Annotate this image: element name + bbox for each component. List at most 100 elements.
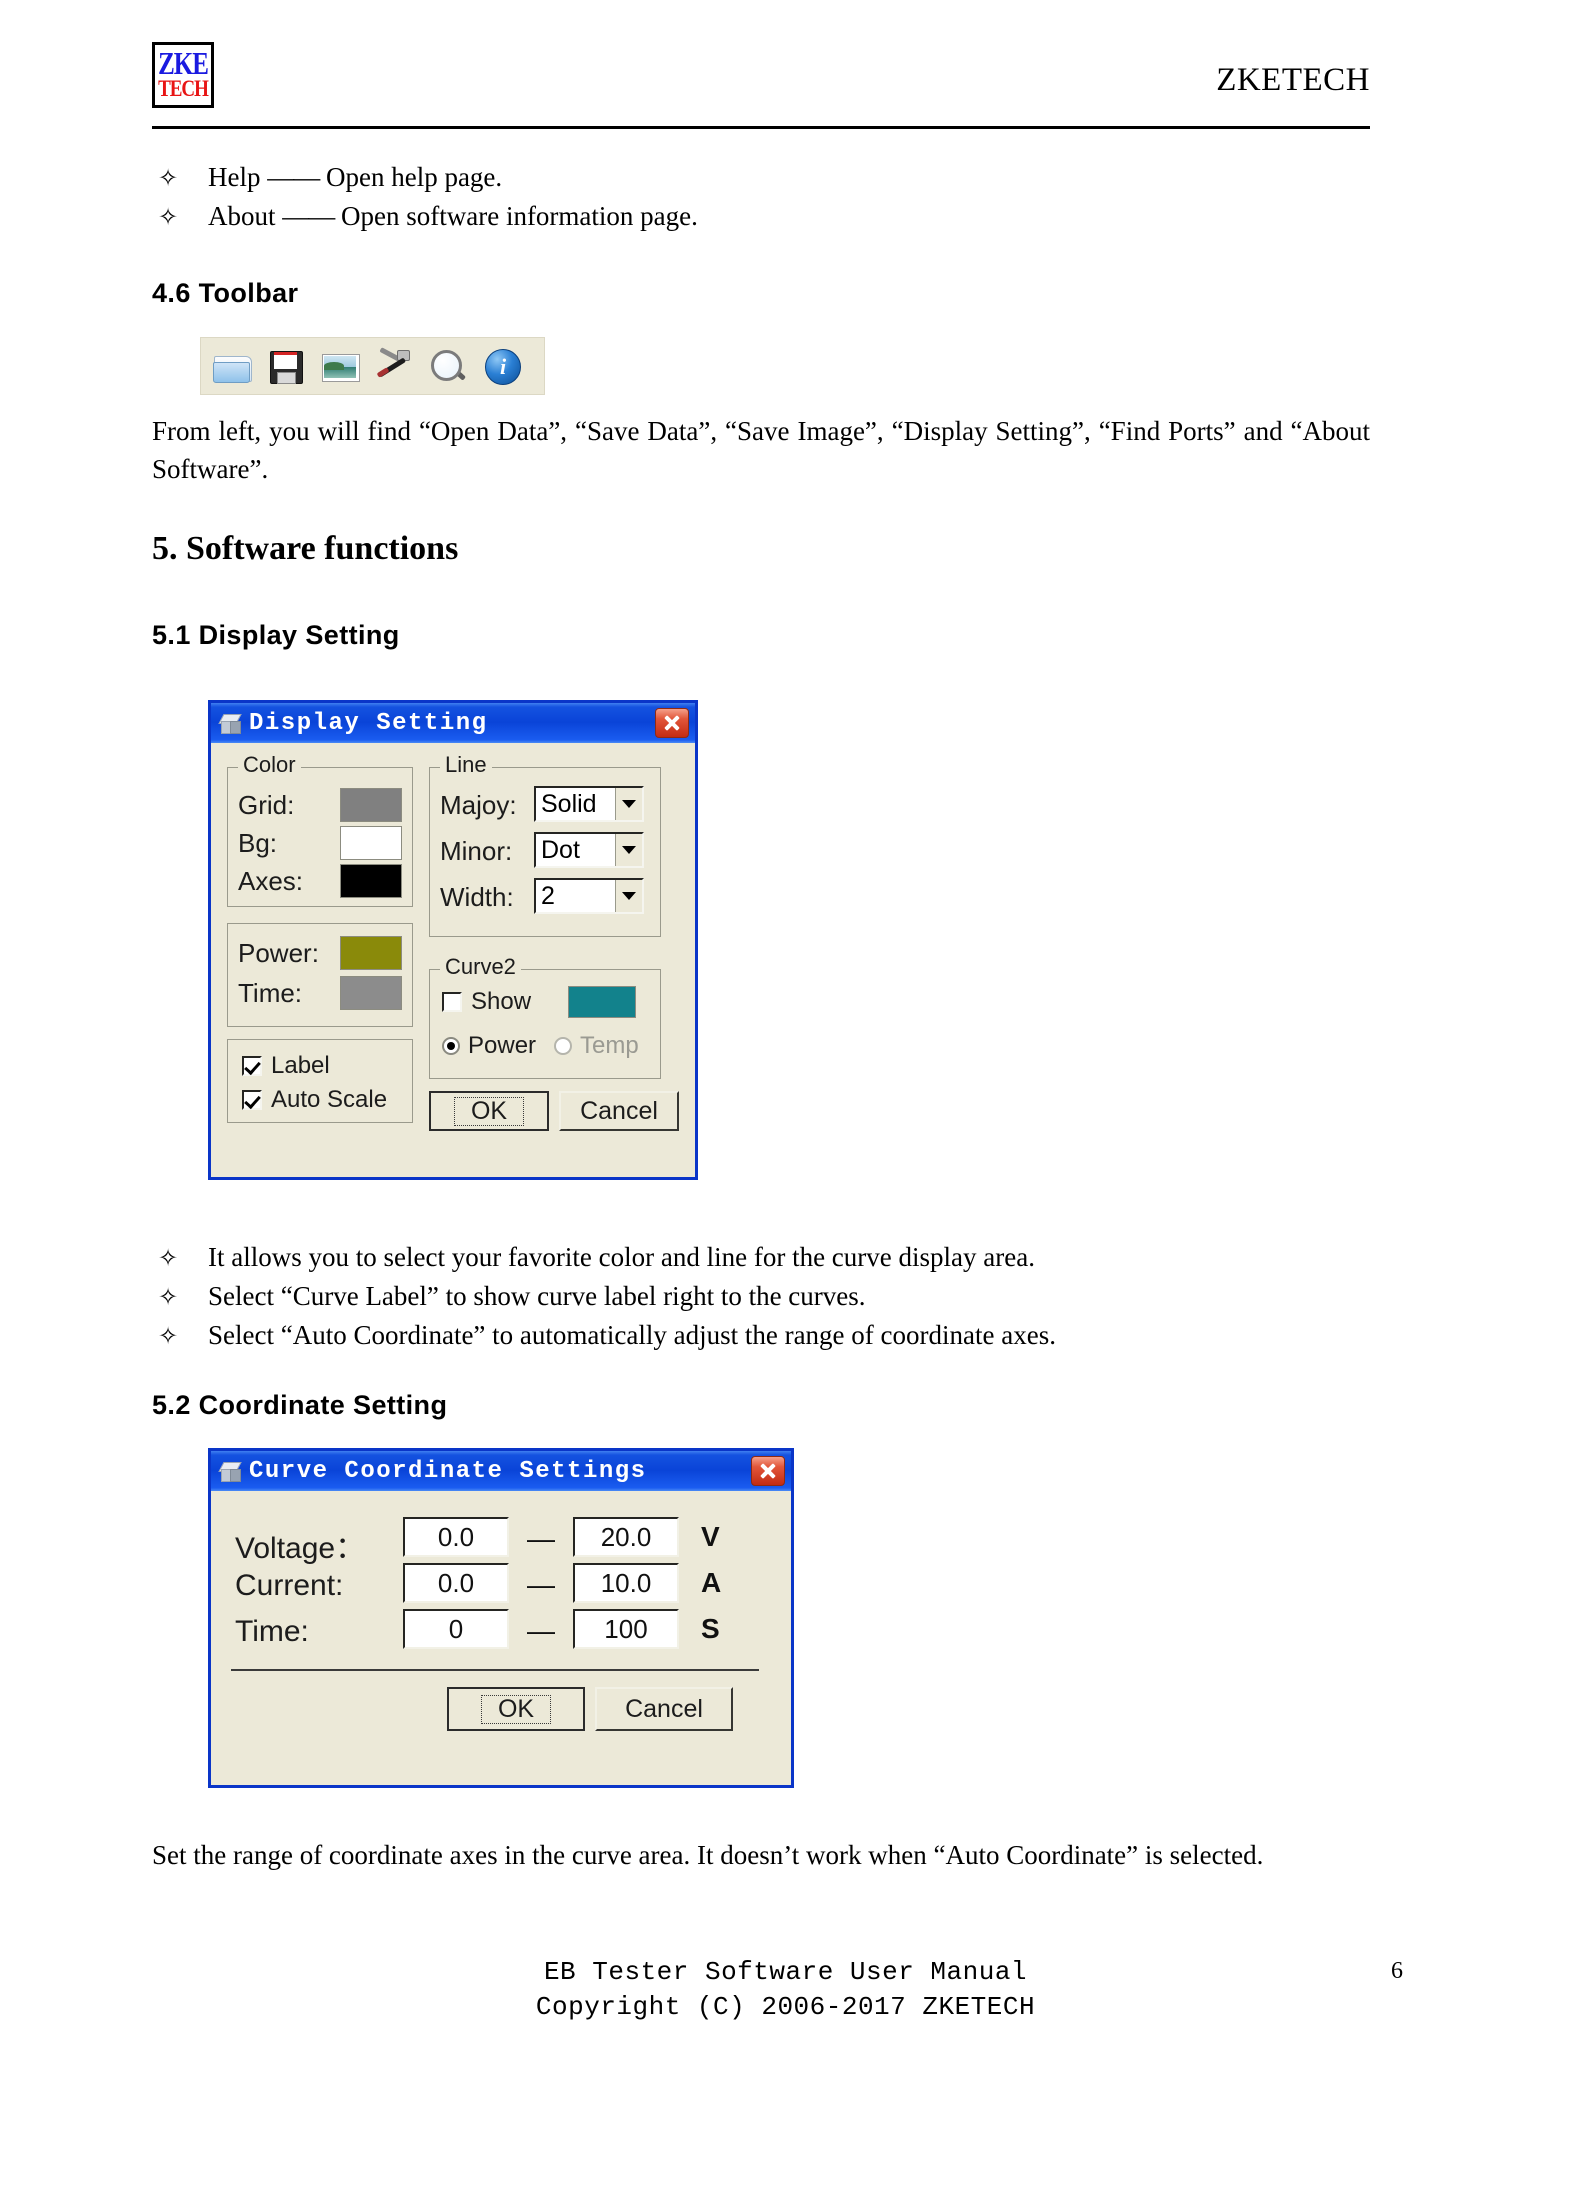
auto-scale-checkbox-text: Auto Scale [271,1086,388,1113]
line-width-value: 2 [541,881,555,910]
find-ports-icon[interactable] [427,345,469,387]
zketech-logo: ZKE TECH [152,42,214,108]
list-item: ✧ Help —— Open help page. [152,158,1370,197]
save-image-icon[interactable] [319,345,361,387]
auto-scale-checkbox[interactable]: Auto Scale [242,1086,387,1114]
major-line-select[interactable]: Solid [534,786,644,822]
coordinate-setting-paragraph: Set the range of coordinate axes in the … [152,1840,1264,1870]
options-groupbox: Label Auto Scale [227,1039,413,1123]
page-header: ZKE TECH ZKETECH [152,42,1370,126]
logo-zke-text: ZKE [158,47,209,81]
ok-button[interactable]: OK [429,1091,549,1131]
bg-color-swatch[interactable] [340,826,402,860]
curve2-temp-radio-dot[interactable] [554,1037,572,1055]
toolbar-description-paragraph: From left, you will find “Open Data”, “S… [152,416,1370,485]
bullet-dash: —— [267,162,320,192]
curve2-color-swatch[interactable] [568,986,636,1018]
major-line-value: Solid [541,789,597,818]
bullet-term: About [208,201,276,232]
curve2-group-legend: Curve2 [440,956,521,978]
current-max-input[interactable]: 10.0 [573,1563,679,1603]
about-software-icon[interactable]: i [481,345,523,387]
cancel-button[interactable]: Cancel [595,1687,733,1731]
line-groupbox: Line Majoy: Solid Minor: Dot Width: 2 [429,754,661,937]
time-max-input[interactable]: 100 [573,1609,679,1649]
chevron-down-icon[interactable] [615,880,642,912]
power-time-groupbox: Power: Time: [227,923,413,1027]
diamond-bullet-icon: ✧ [158,166,179,192]
heading-4-6-toolbar: 4.6 Toolbar [152,278,299,308]
voltage-min-input[interactable]: 0.0 [403,1517,509,1557]
current-min-input[interactable]: 0.0 [403,1563,509,1603]
coordinate-setting-dialog: Curve Coordinate Settings Voltage： 0.0 —… [208,1448,794,1788]
curve2-show-checkbox-box[interactable] [442,992,462,1012]
curve2-show-text: Show [471,988,532,1015]
ok-button[interactable]: OK [447,1687,585,1731]
heading-5-1-display-setting: 5.1 Display Setting [152,620,400,650]
close-icon[interactable] [655,708,689,738]
chevron-down-icon[interactable] [615,834,642,866]
chevron-down-icon[interactable] [615,788,642,820]
label-checkbox-box[interactable] [242,1056,262,1076]
curve2-temp-radio[interactable]: Temp [554,1032,639,1060]
voltage-max-input[interactable]: 20.0 [573,1517,679,1557]
line-group-legend: Line [440,754,492,776]
footer-line-2: Copyright (C) 2006-2017 ZKETECH [535,1992,1036,2023]
power-color-label: Power: [238,938,319,968]
grid-color-swatch[interactable] [340,788,402,822]
dialog-title-bar[interactable]: Display Setting [211,703,695,743]
curve2-temp-radio-text: Temp [580,1032,639,1059]
diamond-bullet-icon: ✧ [158,1246,179,1272]
curve2-show-checkbox[interactable]: Show [442,988,531,1016]
current-unit: A [701,1567,722,1598]
diamond-bullet-icon: ✧ [158,1324,179,1351]
curve2-groupbox: Curve2 Show Power Temp [429,956,661,1079]
bullet-term: Help [208,162,261,192]
diamond-bullet-icon: ✧ [158,1285,179,1312]
time-color-label: Time: [238,978,303,1008]
header-title: ZKETECH [1216,62,1370,98]
app-cube-icon [218,1460,242,1482]
dialog-title-bar[interactable]: Curve Coordinate Settings [211,1451,791,1491]
time-range-dash: — [527,1615,555,1646]
close-icon[interactable] [751,1456,785,1486]
curve2-power-radio-dot[interactable] [442,1037,460,1055]
time-color-swatch[interactable] [340,976,402,1010]
display-setting-icon[interactable] [373,345,415,387]
open-data-icon[interactable] [211,345,253,387]
logo-tech-text: TECH [158,76,209,102]
app-cube-icon [218,712,242,734]
ok-button-label: OK [480,1694,552,1724]
curve2-power-radio[interactable]: Power [442,1032,536,1060]
curve2-power-radio-text: Power [468,1032,537,1059]
list-item: ✧ It allows you to select your favorite … [152,1238,1370,1277]
axes-color-swatch[interactable] [340,864,402,898]
minor-line-select[interactable]: Dot [534,832,644,868]
power-color-swatch[interactable] [340,936,402,970]
list-item: ✧ About —— Open software information pag… [152,197,1370,236]
color-groupbox: Color Grid: Bg: Axes: [227,754,413,907]
display-setting-dialog: Display Setting Color Grid: Bg: Axes: Po… [208,700,698,1180]
dialog-separator [231,1669,759,1671]
cancel-button-label: Cancel [580,1096,658,1125]
auto-scale-checkbox-box[interactable] [242,1090,262,1110]
bullet-text: It allows you to select your favorite co… [208,1242,1035,1272]
time-unit: S [701,1613,720,1644]
dialog-body: Color Grid: Bg: Axes: Power: Time: Label [211,743,695,1179]
minor-line-value: Dot [541,835,580,864]
header-divider [152,126,1370,129]
cancel-button[interactable]: Cancel [559,1091,679,1131]
list-item: ✧ Select “Auto Coordinate” to automatica… [152,1316,1370,1355]
page-footer: EB Tester Software User Manual Copyright… [0,1955,1571,2025]
voltage-range-dash: — [527,1523,555,1554]
minor-line-label: Minor: [440,836,513,866]
save-data-icon[interactable] [265,345,307,387]
time-max-value: 100 [604,1613,648,1644]
time-min-input[interactable]: 0 [403,1609,509,1649]
line-width-select[interactable]: 2 [534,878,644,914]
label-checkbox[interactable]: Label [242,1052,330,1080]
voltage-min-value: 0.0 [437,1521,475,1552]
width-label: Width: [440,882,514,912]
voltage-unit: V [701,1521,720,1552]
footer-line-1: EB Tester Software User Manual [543,1957,1028,1987]
